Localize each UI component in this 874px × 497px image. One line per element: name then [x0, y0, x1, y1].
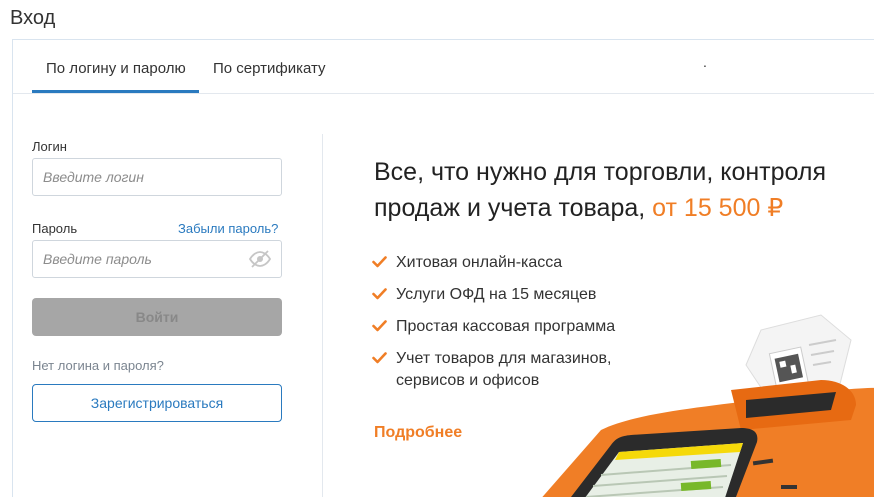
password-label: Пароль	[32, 221, 78, 236]
no-account-text: Нет логина и пароля?	[32, 358, 164, 373]
check-icon	[372, 320, 387, 332]
login-label: Логин	[32, 139, 67, 154]
feature-text: Хитовая онлайн-касса	[396, 254, 563, 271]
tab-bar-dot: .	[703, 54, 707, 70]
promo-price: от 15 500 ₽	[652, 194, 784, 222]
vertical-divider	[322, 134, 323, 497]
register-button[interactable]: Зарегистрироваться	[32, 384, 282, 422]
check-icon	[372, 352, 387, 364]
tab-certificate[interactable]: По сертификату	[213, 60, 326, 77]
check-icon	[372, 288, 387, 300]
password-input[interactable]	[32, 240, 282, 278]
eye-slash-icon[interactable]	[248, 250, 272, 268]
pos-terminal-illustration	[542, 314, 874, 497]
page-title: Вход	[10, 7, 56, 29]
login-input[interactable]	[32, 158, 282, 196]
active-tab-indicator	[32, 90, 199, 93]
feature-item: Хитовая онлайн-касса	[372, 252, 652, 274]
login-button[interactable]: Войти	[32, 298, 282, 336]
tab-login-password[interactable]: По логину и паролю	[46, 60, 186, 77]
promo-title: Все, что нужно для торговли, контроля пр…	[374, 154, 874, 226]
feature-text: Услуги ОФД на 15 месяцев	[396, 286, 597, 303]
feature-item: Услуги ОФД на 15 месяцев	[372, 284, 652, 306]
login-tabs: По логину и паролю По сертификату .	[13, 40, 874, 94]
login-card: По логину и паролю По сертификату . Логи…	[12, 39, 874, 497]
more-link[interactable]: Подробнее	[374, 424, 462, 442]
check-icon	[372, 256, 387, 268]
